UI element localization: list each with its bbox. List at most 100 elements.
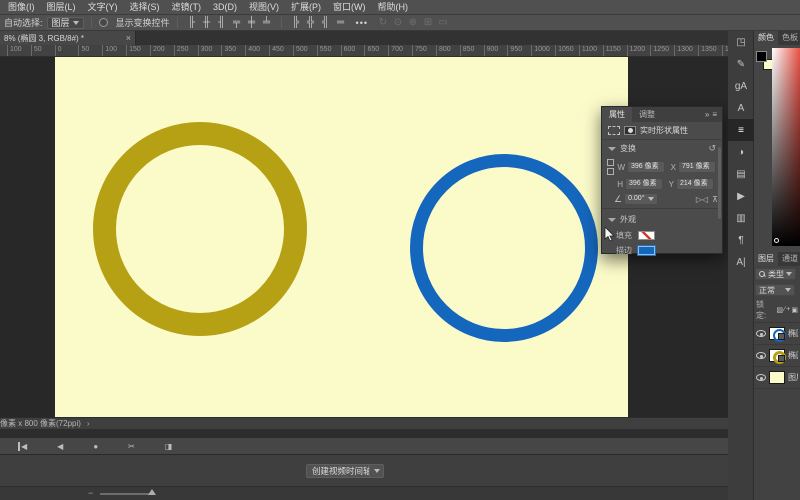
- align-right-icon[interactable]: ╢: [215, 16, 229, 30]
- menu-item[interactable]: 文字(Y): [83, 0, 123, 15]
- align-top-icon[interactable]: ╤: [230, 16, 244, 30]
- foreground-color-swatch[interactable]: [756, 51, 767, 62]
- history-panel-icon[interactable]: ▥: [728, 207, 754, 229]
- character-panel-icon[interactable]: A: [728, 97, 754, 119]
- timeline-zoom-out-button[interactable]: −: [88, 488, 93, 498]
- properties-panel-icon[interactable]: ≡: [728, 119, 754, 141]
- ruler-tick: 400: [245, 45, 260, 57]
- actions-panel-icon[interactable]: ▶: [728, 185, 754, 207]
- panel-tab[interactable]: 图层: [754, 252, 778, 266]
- fill-swatch[interactable]: [638, 231, 655, 240]
- stroke-swatch[interactable]: [638, 246, 655, 255]
- menu-item[interactable]: 滤镜(T): [167, 0, 207, 15]
- previous-frame-icon[interactable]: ◀: [57, 442, 63, 451]
- align-bottom-icon[interactable]: ╧: [260, 16, 274, 30]
- panel-menu-icon[interactable]: ≡: [712, 110, 717, 119]
- menu-item[interactable]: 帮助(H): [373, 0, 414, 15]
- collapse-panel-icon[interactable]: »: [705, 110, 709, 119]
- distribute-spacing-icon[interactable]: ═: [334, 16, 348, 30]
- reset-transform-icon[interactable]: ↺: [708, 143, 716, 154]
- blue-ellipse-shape[interactable]: [417, 161, 592, 336]
- auto-select-dropdown[interactable]: 图层: [47, 17, 84, 29]
- collapse-section-icon[interactable]: [608, 147, 616, 151]
- shape-layer-badge: [778, 333, 785, 340]
- align-left-icon[interactable]: ╟: [185, 16, 199, 30]
- panel-tab[interactable]: 调整: [632, 107, 662, 122]
- align-center-horizontal-icon[interactable]: ╫: [200, 16, 214, 30]
- width-field[interactable]: 396 像素: [627, 161, 665, 173]
- yellow-ellipse-shape[interactable]: [105, 134, 296, 325]
- layer-thumbnail[interactable]: [769, 327, 785, 340]
- create-video-timeline-button[interactable]: 创建视频时间轴: [306, 464, 378, 478]
- panel-tab[interactable]: 颜色: [754, 31, 778, 45]
- layer-thumbnail[interactable]: [769, 371, 785, 384]
- layer-row[interactable]: 图层 1: [754, 367, 800, 389]
- layer-thumbnail[interactable]: [769, 349, 785, 362]
- distribute-center-icon[interactable]: ╬: [304, 16, 318, 30]
- panel-tab[interactable]: 通道: [778, 252, 800, 266]
- flip-horizontal-icon[interactable]: ▷◁: [696, 195, 708, 204]
- layer-visibility-eye-icon[interactable]: [756, 330, 766, 337]
- y-field[interactable]: 214 像素: [676, 178, 714, 190]
- menu-item[interactable]: 视图(V): [244, 0, 284, 15]
- lock-image-pixels-icon[interactable]: ∕: [784, 306, 785, 314]
- menu-bar: 图像(I)图层(L)文字(Y)选择(S)滤镜(T)3D(D)视图(V)扩展(P)…: [0, 0, 800, 15]
- menu-item[interactable]: 图像(I): [3, 0, 40, 15]
- timeline-zoom-slider-thumb[interactable]: [148, 489, 156, 495]
- transition-icon[interactable]: ◨: [165, 442, 173, 451]
- brush-settings-icon[interactable]: ✎: [728, 53, 754, 75]
- angle-field[interactable]: 0.00°: [624, 193, 658, 205]
- layer-filter-dropdown[interactable]: 类型: [755, 268, 796, 280]
- lock-all-icon[interactable]: ▣: [791, 306, 798, 314]
- document-tab[interactable]: 8% (椭圆 3, RGB/8#) * ×: [0, 31, 136, 45]
- layer-visibility-eye-icon[interactable]: [756, 374, 766, 381]
- document-size-text: 像素 x 800 像素(72ppi): [0, 418, 81, 429]
- menu-item[interactable]: 选择(S): [125, 0, 165, 15]
- lock-transparent-pixels-icon[interactable]: ▨: [776, 306, 783, 314]
- timeline-mode-dropdown[interactable]: [369, 464, 384, 478]
- split-clip-icon[interactable]: ✂: [128, 442, 135, 451]
- show-transform-label: 显示变换控件: [116, 16, 170, 29]
- lock-position-icon[interactable]: +: [786, 306, 790, 314]
- glyphs-panel-icon[interactable]: A|: [728, 251, 754, 273]
- link-dimensions-icon[interactable]: [606, 158, 613, 176]
- panel-scrollbar[interactable]: [718, 147, 721, 219]
- play-icon[interactable]: ●: [93, 442, 98, 451]
- panel-tab[interactable]: 色板: [778, 31, 800, 45]
- x-field[interactable]: 791 像素: [678, 161, 716, 173]
- status-options-chevron[interactable]: ›: [87, 419, 90, 428]
- show-transform-checkbox[interactable]: [99, 18, 108, 27]
- clone-source-icon[interactable]: ◳: [728, 31, 754, 53]
- mask-properties-icon[interactable]: [624, 126, 636, 135]
- menu-item[interactable]: 扩展(P): [286, 0, 326, 15]
- menu-item[interactable]: 3D(D): [208, 0, 242, 15]
- blend-mode-dropdown[interactable]: 正常: [755, 284, 795, 296]
- layer-row[interactable]: 椭圆 2: [754, 345, 800, 367]
- layer-visibility-eye-icon[interactable]: [756, 352, 766, 359]
- menu-item[interactable]: 窗口(W): [328, 0, 371, 15]
- tool-presets-icon[interactable]: ɡA: [728, 75, 754, 97]
- timeline-zoom-slider[interactable]: [100, 493, 152, 495]
- more-options-button[interactable]: •••: [356, 18, 368, 28]
- layer-row[interactable]: 椭圆 3: [754, 323, 800, 345]
- document-title: 8% (椭圆 3, RGB/8#) *: [4, 33, 124, 44]
- go-to-first-frame-icon[interactable]: ◀: [18, 442, 27, 451]
- layer-name: 图层 1: [788, 372, 798, 383]
- distribute-vertical-icon[interactable]: ╠: [289, 16, 303, 30]
- collapse-section-icon[interactable]: [608, 218, 616, 222]
- canvas[interactable]: [55, 57, 628, 417]
- paragraph-panel-icon[interactable]: ¶: [728, 229, 754, 251]
- menu-item[interactable]: 图层(L): [42, 0, 81, 15]
- ruler-tick: 300: [198, 45, 213, 57]
- align-middle-icon[interactable]: ╪: [245, 16, 259, 30]
- distribute-horizontal-icon[interactable]: ╣: [319, 16, 333, 30]
- chevron-down-icon: [73, 21, 79, 25]
- timeline-body: 创建视频时间轴: [0, 455, 728, 486]
- adjustments-panel-icon[interactable]: ◑: [728, 141, 754, 163]
- height-field[interactable]: 396 像素: [625, 178, 663, 190]
- color-picker-handle[interactable]: [774, 238, 779, 243]
- libraries-panel-icon[interactable]: ▤: [728, 163, 754, 185]
- close-icon[interactable]: ×: [126, 33, 131, 43]
- panel-tab[interactable]: 属性: [602, 107, 632, 122]
- color-picker-gradient[interactable]: [772, 48, 800, 246]
